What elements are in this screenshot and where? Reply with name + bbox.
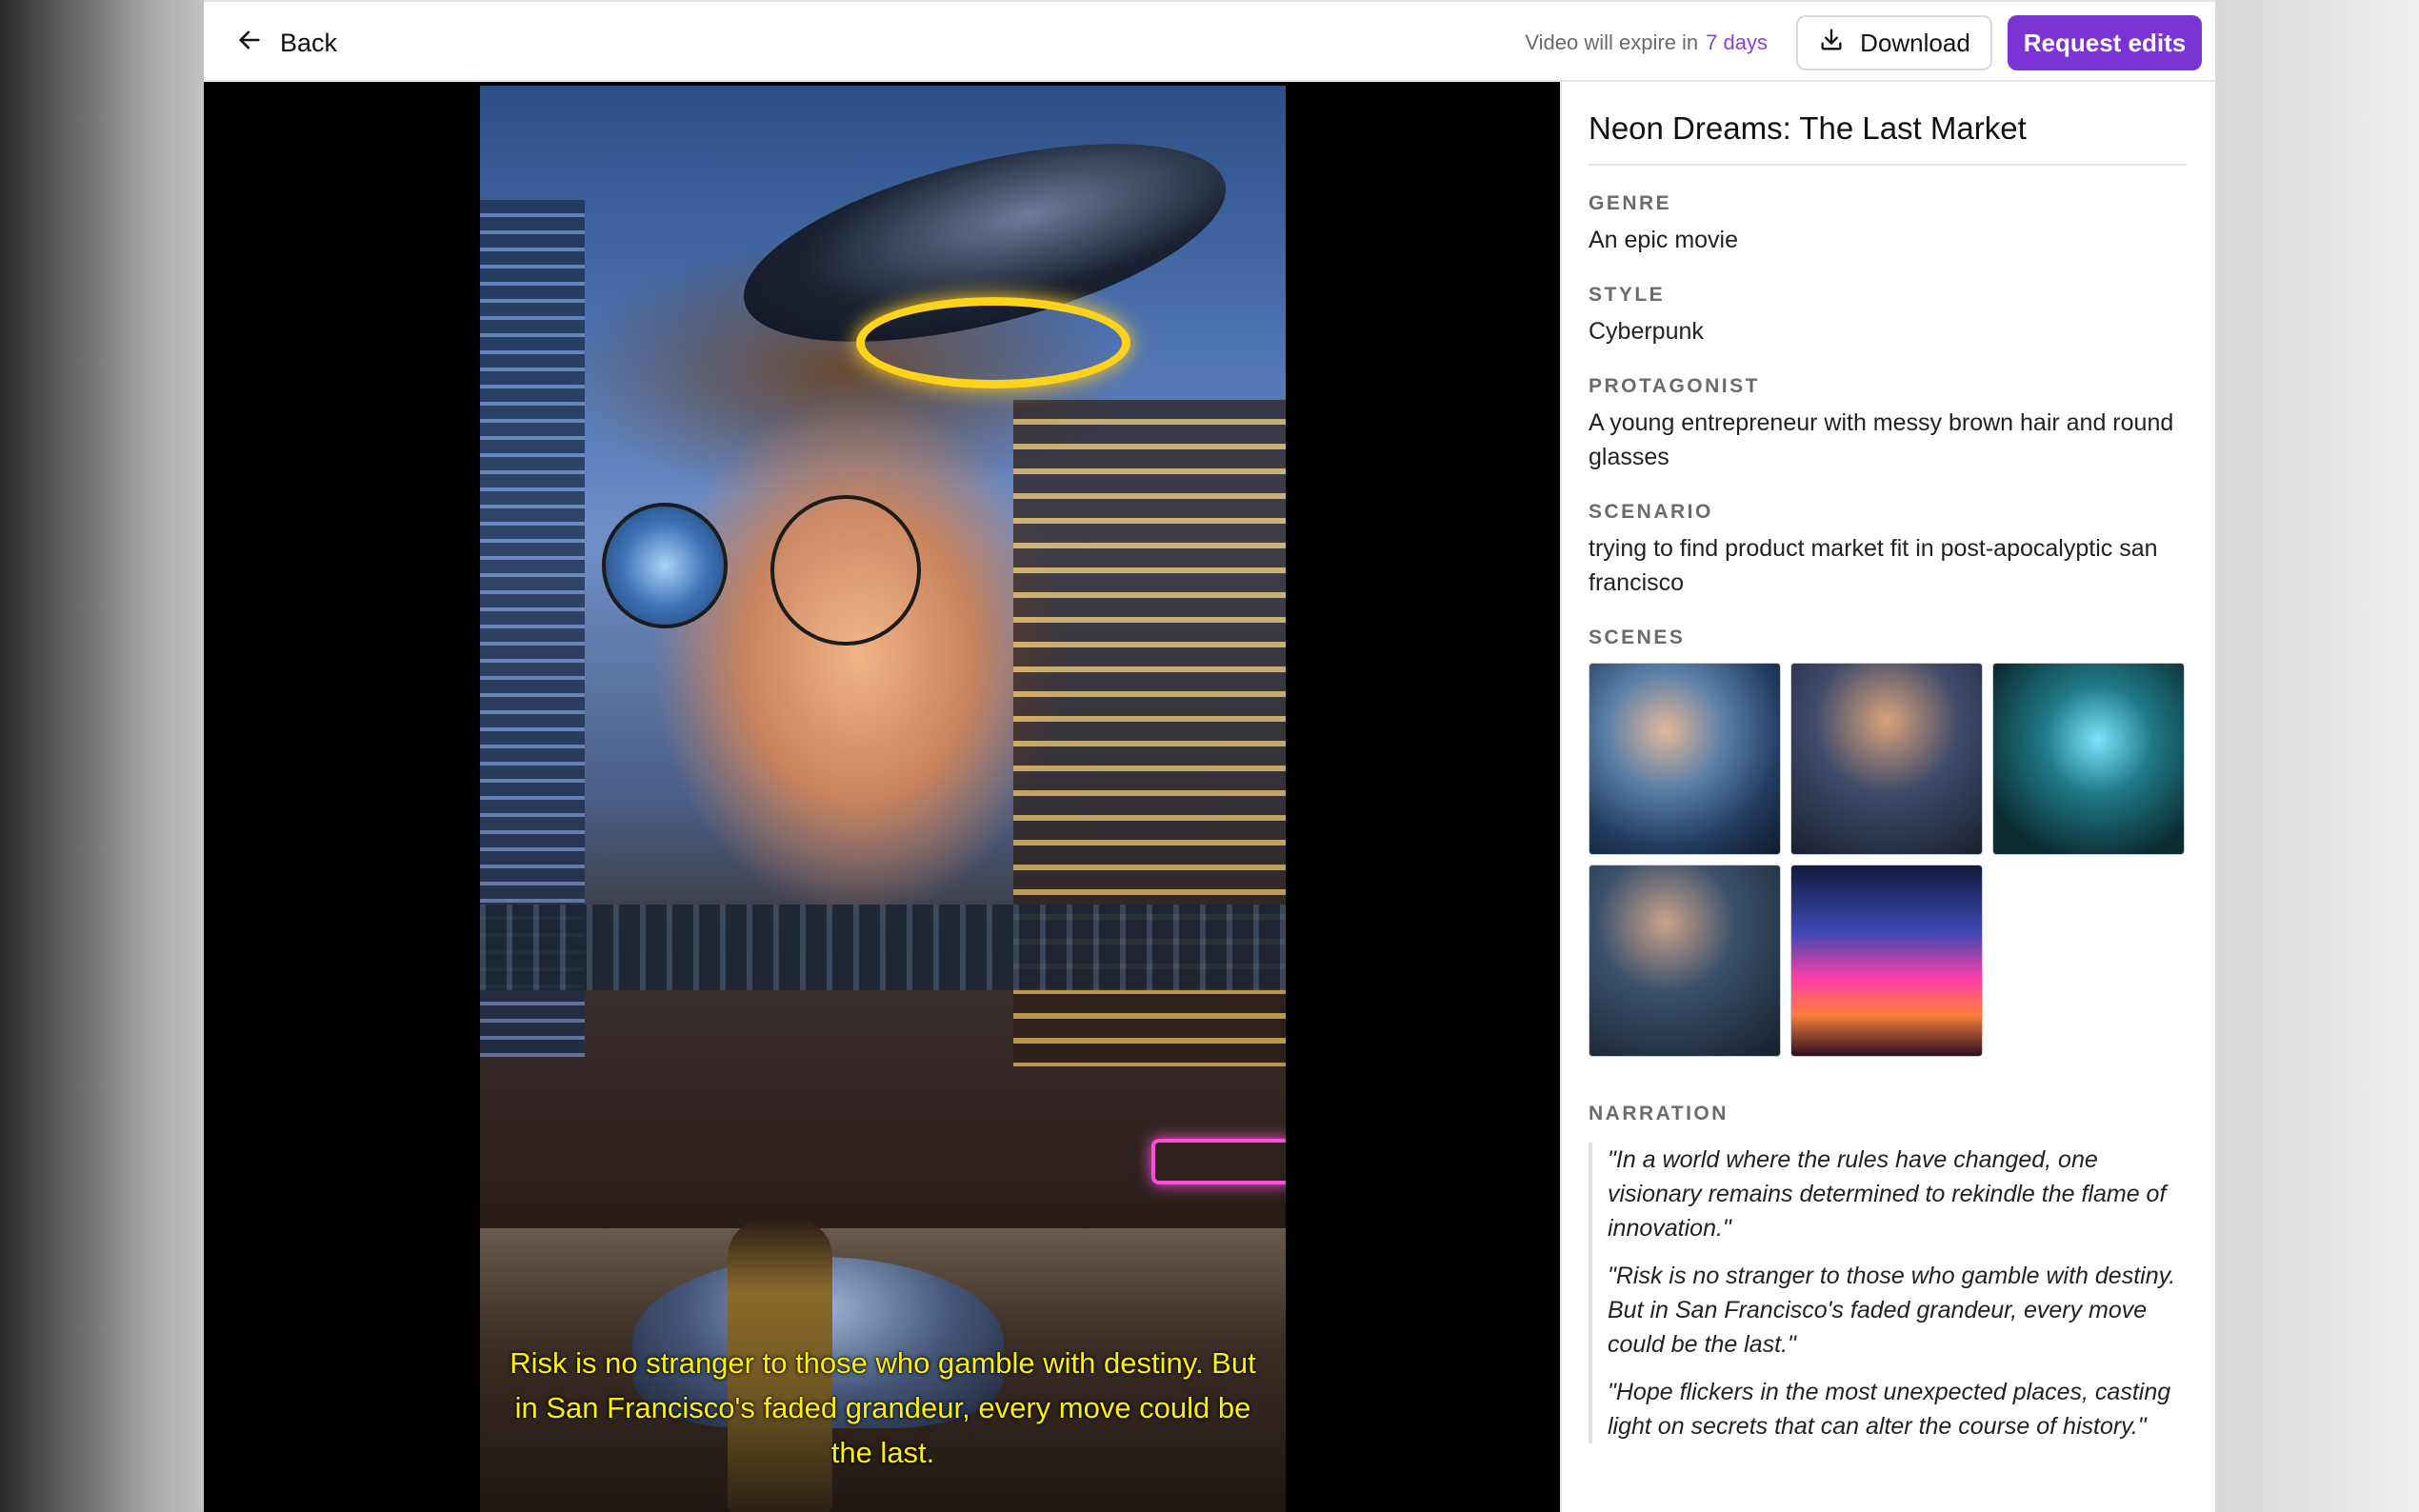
glasses-lens-left: [602, 503, 728, 628]
scene-thumbnail-1[interactable]: [1589, 663, 1781, 855]
style-value: Cyberpunk: [1589, 318, 1704, 345]
scenes-label: SCENES: [1589, 627, 1686, 648]
scene-thumbnail-3[interactable]: [1992, 663, 2185, 855]
request-edits-button[interactable]: Request edits: [2008, 15, 2202, 70]
scene-thumbnail-4[interactable]: [1589, 865, 1781, 1057]
app-window: Back Video will expire in 7 days Downloa…: [204, 0, 2215, 1512]
narration-label: NARRATION: [1589, 1103, 1729, 1124]
ship-light-ring: [856, 297, 1130, 388]
narration-line: "In a world where the rules have changed…: [1608, 1146, 2167, 1242]
scene-thumbnail-2[interactable]: [1790, 663, 1983, 855]
details-panel: Neon Dreams: The Last Market GENRE An ep…: [1560, 82, 2215, 1512]
top-bar: Back Video will expire in 7 days Downloa…: [204, 0, 2215, 82]
neon-sign: [1151, 1139, 1286, 1184]
narration-line: "Risk is no stranger to those who gamble…: [1608, 1263, 2176, 1358]
style-label: STYLE: [1589, 284, 1666, 306]
expiry-text: Video will expire in: [1525, 30, 1699, 54]
movie-title: Neon Dreams: The Last Market: [1589, 110, 2187, 166]
scenario-label: SCENARIO: [1589, 501, 1713, 523]
download-icon: [1818, 27, 1845, 60]
download-button[interactable]: Download: [1796, 15, 1992, 70]
expiry-days: 7 days: [1706, 30, 1768, 54]
expiry-notice: Video will expire in 7 days: [1525, 2, 1768, 84]
narration-list: "In a world where the rules have changed…: [1589, 1143, 2189, 1443]
back-button[interactable]: Back: [236, 23, 337, 63]
desktop-background-right: [2215, 0, 2419, 1512]
arrow-left-icon: [236, 27, 263, 60]
glasses-lens-right: [770, 495, 921, 646]
protagonist-label: PROTAGONIST: [1589, 375, 1760, 397]
request-edits-label: Request edits: [2023, 28, 2187, 57]
scene-thumbnail-5[interactable]: [1790, 865, 1983, 1057]
scenario-value: trying to find product market fit in pos…: [1589, 535, 2158, 596]
back-label: Back: [280, 28, 338, 57]
download-label: Download: [1860, 28, 1970, 57]
scenes-grid: [1589, 663, 2185, 1057]
narration-line: "Hope flickers in the most unexpected pl…: [1608, 1379, 2171, 1440]
steel-bridge: [480, 905, 1286, 990]
video-player[interactable]: Risk is no stranger to those who gamble …: [204, 82, 1560, 1512]
desktop-background-left: [0, 0, 204, 1512]
genre-value: An epic movie: [1589, 227, 1739, 253]
video-frame[interactable]: Risk is no stranger to those who gamble …: [480, 86, 1286, 1512]
genre-label: GENRE: [1589, 192, 1672, 214]
protagonist-value: A young entrepreneur with messy brown ha…: [1589, 409, 2174, 470]
video-subtitle: Risk is no stranger to those who gamble …: [510, 1346, 1256, 1469]
